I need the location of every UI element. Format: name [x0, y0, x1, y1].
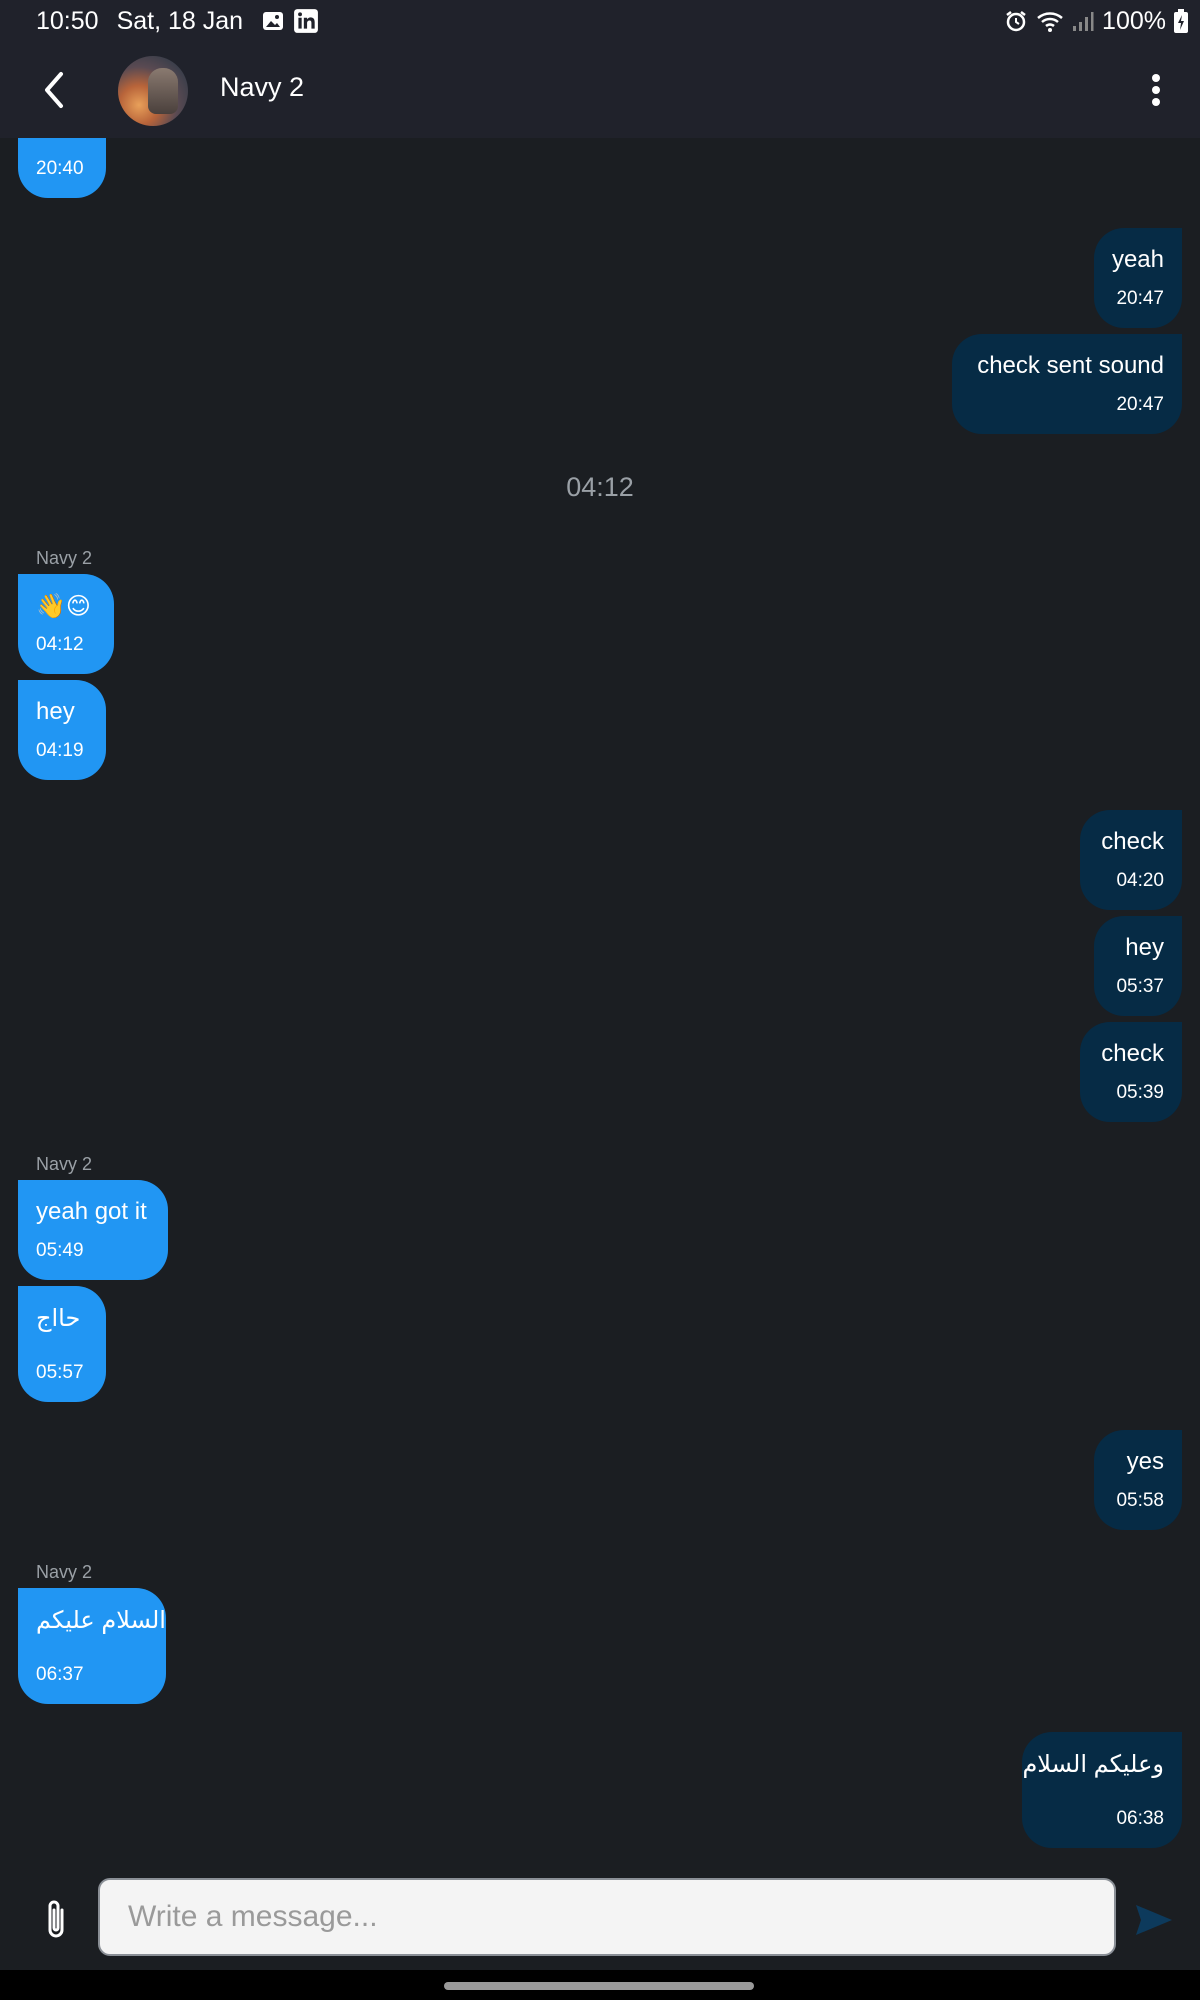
message-time: 04:19: [36, 740, 84, 761]
send-icon: [1136, 1905, 1172, 1935]
message-text: yes: [1126, 1448, 1164, 1475]
message-text: 👋😊: [36, 593, 91, 620]
battery-icon: [1174, 9, 1188, 33]
message-text: حااج: [36, 1305, 81, 1332]
image-icon: [261, 8, 285, 34]
message-bubble-outgoing[interactable]: check sent sound 20:47: [952, 334, 1182, 434]
contact-name[interactable]: Navy 2: [220, 72, 304, 103]
status-date: Sat, 18 Jan: [116, 6, 244, 35]
message-time: 05:57: [36, 1362, 84, 1383]
message-text: yeah: [1111, 246, 1164, 273]
message-bubble-incoming[interactable]: السلام عليكم 06:37: [18, 1588, 166, 1704]
message-bubble-outgoing[interactable]: yes 05:58: [1094, 1430, 1182, 1530]
message-time: 05:39: [1116, 1082, 1164, 1103]
message-bubble-outgoing[interactable]: hey 05:37: [1094, 916, 1182, 1016]
system-nav-bar: [0, 1970, 1200, 2000]
message-text: hey: [1125, 934, 1164, 961]
more-options-button[interactable]: [1130, 64, 1182, 116]
chevron-left-icon: [45, 72, 63, 108]
message-bubble-outgoing[interactable]: yeah 20:47: [1094, 228, 1182, 328]
status-bar: 10:50 Sat, 18 Jan 100%: [0, 0, 1200, 42]
more-vert-icon: [1152, 74, 1160, 106]
message-text: وعليكم السلام: [1022, 1751, 1164, 1778]
message-text: check: [1101, 828, 1164, 855]
message-time: 20:47: [1116, 394, 1164, 415]
message-input[interactable]: [98, 1878, 1116, 1956]
message-bubble-incoming[interactable]: yeah got it 05:49: [18, 1180, 168, 1280]
message-bubble-outgoing[interactable]: وعليكم السلام 06:38: [1022, 1732, 1182, 1848]
attach-button[interactable]: [30, 1894, 82, 1946]
send-button[interactable]: [1128, 1894, 1180, 1946]
battery-percent: 100%: [1102, 6, 1166, 35]
message-bubble-incoming[interactable]: 20:40: [18, 138, 106, 198]
message-time: 06:37: [36, 1664, 84, 1685]
message-text: hey: [36, 698, 75, 725]
avatar[interactable]: [118, 56, 188, 126]
sender-name: Navy 2: [36, 1154, 93, 1174]
chat-header: Navy 2: [0, 42, 1200, 138]
message-time: 05:58: [1116, 1490, 1164, 1511]
message-time: 20:40: [36, 158, 84, 179]
time-divider: 04:12: [566, 472, 634, 502]
message-time: 05:49: [36, 1240, 84, 1261]
message-bubble-outgoing[interactable]: check 04:20: [1080, 810, 1182, 910]
alarm-icon: [1004, 9, 1028, 33]
sender-name: Navy 2: [36, 1562, 93, 1582]
message-text: check sent sound: [977, 352, 1164, 379]
message-time: 05:37: [1116, 976, 1164, 997]
message-bubble-incoming[interactable]: حااج 05:57: [18, 1286, 106, 1402]
message-time: 06:38: [1116, 1808, 1164, 1829]
message-time: 04:20: [1116, 870, 1164, 891]
message-bubble-incoming[interactable]: 👋😊 04:12: [18, 574, 114, 674]
message-composer: [0, 1870, 1200, 1970]
message-time: 20:47: [1116, 288, 1164, 309]
linkedin-icon: [293, 8, 319, 34]
back-button[interactable]: [28, 64, 80, 116]
message-bubble-outgoing[interactable]: check 05:39: [1080, 1022, 1182, 1122]
message-text: السلام عليكم: [36, 1607, 166, 1634]
signal-icon: [1072, 10, 1094, 32]
wifi-icon: [1036, 9, 1064, 33]
message-time: 04:12: [36, 634, 84, 655]
status-time: 10:50: [36, 6, 99, 35]
message-text: check: [1101, 1040, 1164, 1067]
message-text: yeah got it: [36, 1198, 147, 1225]
paperclip-icon: [48, 1900, 64, 1938]
sender-name: Navy 2: [36, 548, 93, 568]
home-handle[interactable]: [444, 1982, 754, 1990]
message-list[interactable]: 20:40 yeah 20:47 check sent sound 20:47 …: [0, 138, 1200, 1870]
message-bubble-incoming[interactable]: hey 04:19: [18, 680, 106, 780]
